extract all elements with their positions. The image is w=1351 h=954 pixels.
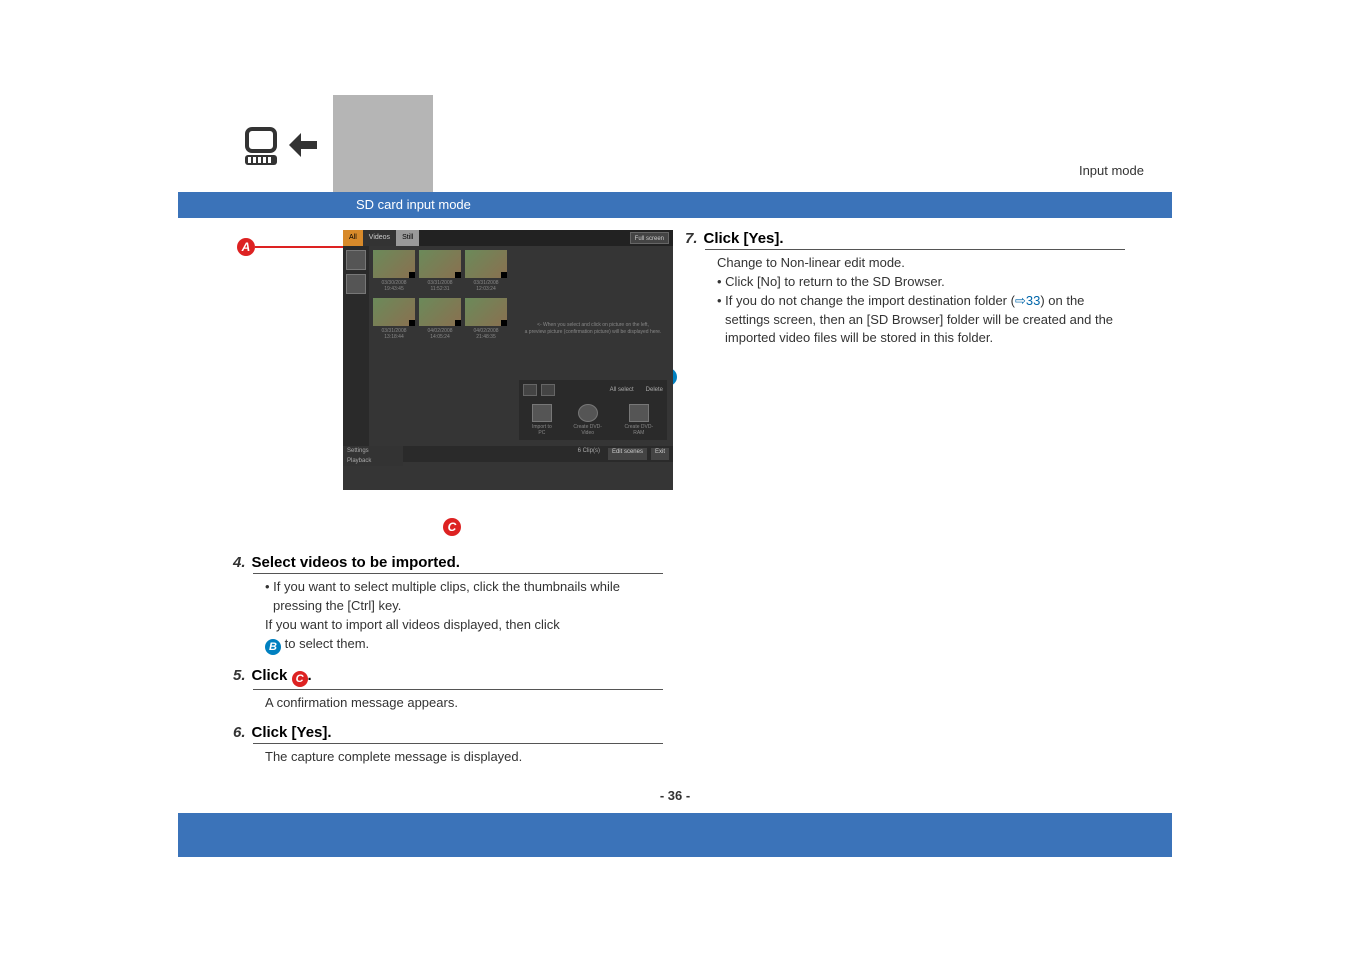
step-6-num: 6. bbox=[233, 724, 246, 741]
mode-label: Input mode bbox=[1079, 163, 1144, 178]
link-arrow-icon: ⇨ bbox=[1015, 293, 1026, 308]
clip-count: 6 Clip(s) bbox=[403, 446, 604, 462]
right-column: 7. Click [Yes]. Change to Non-linear edi… bbox=[685, 230, 1125, 360]
step-7-line3: • If you do not change the import destin… bbox=[717, 292, 1125, 349]
create-dvd-ram-icon bbox=[629, 404, 649, 422]
next-btn bbox=[541, 384, 555, 396]
step-4-title: Select videos to be imported. bbox=[252, 554, 460, 571]
full-screen-button: Full screen bbox=[630, 232, 669, 244]
step-4: 4. Select videos to be imported. • If yo… bbox=[233, 554, 663, 655]
arrow-left-icon bbox=[289, 131, 317, 159]
gray-header-strip bbox=[333, 95, 433, 200]
callout-line-a bbox=[255, 246, 343, 248]
edit-scenes-btn: Edit scenes bbox=[608, 448, 647, 460]
step-7-num: 7. bbox=[685, 230, 698, 247]
monitor-icon bbox=[243, 127, 283, 167]
playback-label: Playback bbox=[343, 456, 403, 466]
step-7-title: Click [Yes]. bbox=[704, 230, 784, 247]
exit-btn: Exit bbox=[651, 448, 669, 460]
blue-footer-bar bbox=[178, 813, 1172, 857]
delete-label: Delete bbox=[646, 387, 663, 393]
prev-btn bbox=[523, 384, 537, 396]
preview-hint: <- When you select and click on picture … bbox=[519, 322, 667, 335]
step-7-line1: Change to Non-linear edit mode. bbox=[717, 254, 1125, 273]
step-6: 6. Click [Yes]. The capture complete mes… bbox=[233, 724, 663, 767]
step-4-line2: If you want to import all videos display… bbox=[265, 616, 663, 635]
page-33-link[interactable]: 33 bbox=[1026, 293, 1040, 308]
tab-still: Still bbox=[396, 230, 419, 246]
tab-all: All bbox=[343, 230, 363, 246]
all-select-label: All select bbox=[610, 387, 634, 393]
thumbnail-grid: 03/30/2008 19:43:45 03/31/2008 11:52:31 … bbox=[369, 246, 513, 446]
marker-c-icon: C bbox=[443, 518, 461, 536]
inline-marker-c-icon: C bbox=[292, 671, 308, 687]
step-4-num: 4. bbox=[233, 554, 246, 571]
sd-browser-screenshot: A B C All Videos Still Full screen bbox=[243, 230, 663, 530]
step-6-body: The capture complete message is displaye… bbox=[265, 748, 663, 767]
step-5: 5. Click C. A confirmation message appea… bbox=[233, 667, 663, 713]
inline-marker-b-icon: B bbox=[265, 639, 281, 655]
step-4-line1: • If you want to select multiple clips, … bbox=[265, 578, 663, 616]
section-title-bar: SD card input mode bbox=[178, 192, 1172, 218]
page-number: - 36 - bbox=[178, 788, 1172, 803]
create-dvd-video-icon bbox=[578, 404, 598, 422]
step-7: 7. Click [Yes]. Change to Non-linear edi… bbox=[685, 230, 1125, 348]
header-icon-group bbox=[243, 127, 323, 182]
step-5-title: Click C. bbox=[252, 667, 312, 687]
section-title: SD card input mode bbox=[178, 192, 1172, 218]
step-7-line2: • Click [No] to return to the SD Browser… bbox=[717, 273, 1125, 292]
settings-label: Settings bbox=[343, 446, 403, 456]
step-6-title: Click [Yes]. bbox=[252, 724, 332, 741]
side-btn-1 bbox=[346, 250, 366, 270]
step-5-num: 5. bbox=[233, 667, 246, 684]
sd-browser-window: All Videos Still Full screen bbox=[343, 230, 673, 490]
import-pc-icon bbox=[532, 404, 552, 422]
step-5-body: A confirmation message appears. bbox=[265, 694, 663, 713]
side-btn-2 bbox=[346, 274, 366, 294]
step-4-line3: B to select them. bbox=[265, 635, 663, 655]
left-column: A B C All Videos Still Full screen bbox=[233, 230, 663, 779]
marker-a-icon: A bbox=[237, 238, 255, 256]
tab-videos: Videos bbox=[363, 230, 396, 246]
